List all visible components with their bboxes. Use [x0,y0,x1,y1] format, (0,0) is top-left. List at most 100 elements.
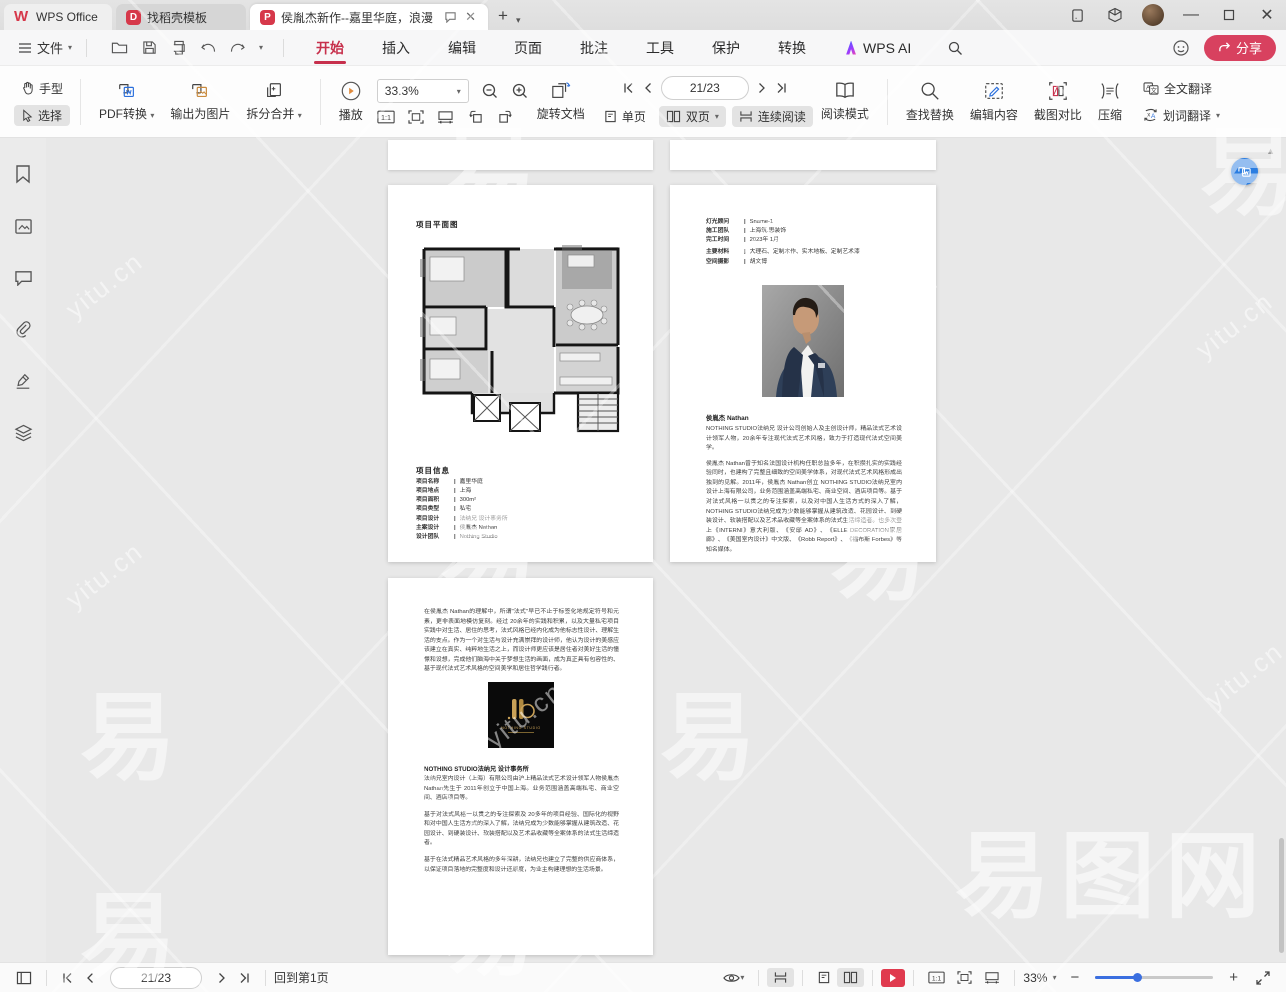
menu-tools[interactable]: 工具 [644,32,676,64]
undo-icon[interactable] [201,41,216,54]
zoom-in-icon[interactable] [511,82,529,100]
pdf-page-22[interactable]: 灯光顾问|Sname-1 施工团队|上海筑.思装饰 完工时间|2023年 1月 … [670,185,936,562]
pdf-to-word-floating-button[interactable] [1231,158,1258,185]
close-window-button[interactable]: ✕ [1248,0,1286,30]
edit-content-button[interactable]: 编辑内容 [962,76,1026,127]
new-tab-button[interactable]: + [488,6,516,30]
compress-button[interactable]: 压缩 [1090,76,1130,127]
file-menu[interactable]: 文件 ▾ [10,38,80,57]
menu-page[interactable]: 页面 [512,32,544,64]
double-page-button[interactable]: 双页 ▾ [659,106,726,127]
last-page-icon[interactable] [776,82,788,94]
actual-size-icon[interactable]: 1:1 [377,110,395,124]
select-tool-button[interactable]: 选择 [14,105,70,126]
share-button[interactable]: 分享 [1204,35,1276,61]
zoom-slider[interactable] [1095,976,1213,979]
vertical-scrollbar[interactable] [1278,138,1284,962]
menu-convert[interactable]: 转换 [776,32,808,64]
play-button[interactable] [881,969,905,987]
back-to-first-page-link[interactable]: 回到第1页 [274,969,329,986]
zoom-in-button[interactable]: + [1223,966,1244,989]
status-page-number-input[interactable] [110,967,202,989]
continuous-read-toggle[interactable] [767,968,794,987]
document-canvas[interactable]: 项目平面图 [46,138,1286,962]
page-panel-toggle-icon[interactable] [10,968,38,988]
hand-tool-button[interactable]: 手型 [14,78,70,99]
zoom-out-icon[interactable] [481,82,499,100]
attachment-icon[interactable] [14,320,32,338]
zoom-level-dropdown[interactable]: 33.3% ▾ [377,79,469,103]
word-translate-button[interactable]: xA 划词翻译 ▾ [1136,105,1227,126]
export-as-image-button[interactable]: 输出为图片 [162,77,238,126]
comment-icon[interactable] [14,269,33,286]
tab-document-active[interactable]: P 侯胤杰新作--嘉里华庭，浪漫 ✕ [250,4,488,30]
more-quick-actions-chevron-icon[interactable]: ▾ [259,43,263,52]
page-19-partial [388,140,653,170]
fit-width-button[interactable] [978,968,1006,987]
divider [320,79,321,125]
close-tab-icon[interactable]: ✕ [463,9,478,25]
rotate-left-icon[interactable] [467,109,484,124]
play-slideshow-button[interactable]: 播放 [331,76,371,127]
menu-comment[interactable]: 批注 [578,32,610,64]
fit-page-icon[interactable] [408,110,424,124]
first-page-icon[interactable] [622,82,634,94]
previous-page-button[interactable] [79,969,100,987]
zoom-out-button[interactable]: − [1064,966,1085,989]
menu-wps-ai[interactable]: WPS AI [842,34,913,62]
continuous-read-button[interactable]: 连续阅读 [732,106,813,127]
find-replace-button[interactable]: 查找替换 [898,76,962,127]
chat-bubble-icon[interactable] [444,11,457,23]
sticker-icon[interactable] [1172,39,1190,57]
save-icon[interactable] [142,40,157,55]
signature-icon[interactable] [14,372,32,390]
rotate-right-icon[interactable] [497,109,514,124]
previous-page-icon[interactable] [643,82,652,94]
menu-protect[interactable]: 保护 [710,32,742,64]
menu-home[interactable]: 开始 [314,32,346,64]
next-page-icon[interactable] [758,82,767,94]
menu-edit[interactable]: 编辑 [446,32,478,64]
single-page-button[interactable]: 单页 [597,106,653,127]
pdf-page-21[interactable]: 项目平面图 [388,185,653,562]
scrollbar-thumb[interactable] [1279,838,1284,953]
fullscreen-button[interactable] [1250,968,1276,988]
view-options-eye-icon[interactable]: ▾ [717,969,750,987]
fit-page-button[interactable] [951,968,978,987]
status-zoom-value[interactable]: 33% [1023,971,1047,985]
scroll-up-arrow[interactable]: ▲ [1266,146,1275,156]
pdf-page-23[interactable]: 在侯胤杰 Nathan的理解中，所谓"法式"早已不止于标签化地规定符号和元素，更… [388,578,653,955]
user-avatar[interactable] [1142,4,1164,26]
tab-wps-office[interactable]: W WPS Office [4,4,112,30]
mobile-view-icon[interactable] [1058,0,1096,30]
actual-size-button[interactable]: 1:1 [922,968,951,987]
rotate-document-button[interactable]: 旋转文档 [529,77,593,126]
first-page-button[interactable] [55,969,79,987]
search-icon[interactable] [947,40,963,56]
fit-width-icon[interactable] [437,110,454,124]
bookmark-icon[interactable] [14,164,32,184]
double-page-toggle[interactable] [837,968,864,987]
thumbnail-icon[interactable] [14,218,33,235]
split-merge-button[interactable]: 拆分合并 ▾ [238,77,309,126]
page-number-input[interactable] [661,76,749,100]
pdf-convert-button[interactable]: PDF转换 ▾ [91,77,162,126]
menu-insert[interactable]: 插入 [380,32,412,64]
last-page-button[interactable] [233,969,257,987]
minimize-button[interactable]: — [1172,0,1210,30]
tab-docer-templates[interactable]: D 找稻壳模板 [116,4,246,30]
read-mode-button[interactable]: 阅读模式 [813,77,877,126]
maximize-button[interactable] [1210,0,1248,30]
single-page-toggle[interactable] [811,968,837,987]
print-icon[interactable] [171,40,187,55]
open-folder-icon[interactable] [111,40,128,55]
full-text-translate-button[interactable]: A文 全文翻译 [1136,78,1227,99]
next-page-button[interactable] [212,969,233,987]
screenshot-compare-button[interactable]: 截图对比 [1026,76,1090,127]
layers-icon[interactable] [14,424,33,442]
redo-icon[interactable] [230,41,245,54]
3d-cube-icon[interactable] [1096,0,1134,30]
zoom-slider-knob[interactable] [1133,973,1142,982]
chevron-down-icon[interactable]: ▾ [1052,973,1056,982]
tab-list-chevron-icon[interactable]: ▾ [516,15,521,30]
